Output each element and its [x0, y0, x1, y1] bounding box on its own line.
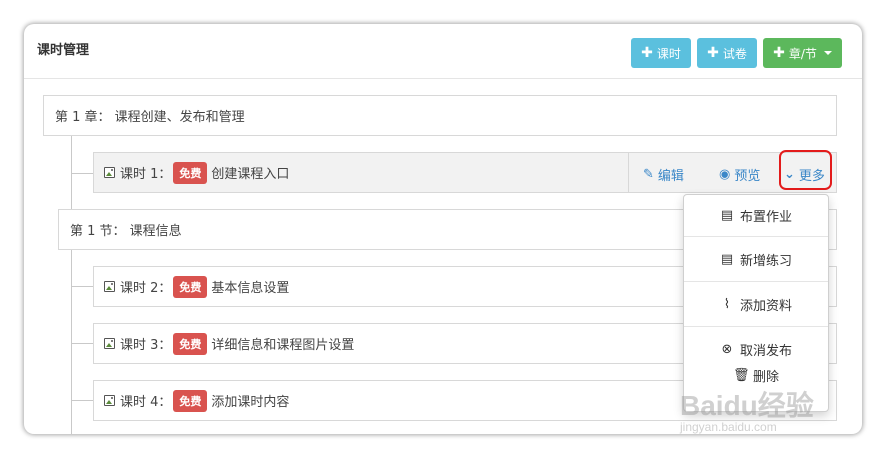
menu-item-unpublish[interactable]: ⊗ 取消发布: [684, 339, 828, 359]
menu-item-assign-homework[interactable]: ▤ 布置作业: [684, 205, 828, 225]
free-badge: 免费: [173, 161, 208, 184]
lesson-title: 基本信息设置: [211, 281, 290, 296]
lesson-title: 添加课时内容: [211, 395, 290, 410]
lesson-title: 创建课程入口: [211, 167, 290, 182]
eye-icon: ◉: [719, 167, 731, 182]
add-exam-button[interactable]: ✚ 试卷: [697, 38, 757, 68]
menu-item-delete[interactable]: 🗑 删除: [684, 365, 828, 385]
edit-label: 编辑: [657, 169, 684, 184]
add-lesson-label: 课时: [656, 46, 681, 61]
panel-header: 课时管理 ✚ 课时 ✚ 试卷 ✚ 章/节: [24, 24, 862, 79]
tree-connector: [71, 173, 93, 174]
lesson-label: 课时 4：: [120, 395, 172, 410]
lesson-title: 详细信息和课程图片设置: [211, 338, 355, 353]
lesson-label: 课时 2：: [120, 281, 172, 296]
tree-connector: [71, 286, 93, 287]
menu-divider: [684, 326, 828, 327]
menu-item-label: 删除: [752, 369, 779, 385]
chapter-label: 第 1 章： 课程创建、发布和管理: [55, 110, 245, 125]
menu-item-label: 新增练习: [739, 253, 792, 269]
tree-connector: [71, 400, 93, 401]
menu-item-label: 布置作业: [739, 209, 792, 225]
free-badge: 免费: [173, 275, 208, 298]
lesson-label: 课时 3：: [120, 338, 172, 353]
more-highlight: [779, 150, 832, 190]
lesson-label: 课时 1：: [120, 167, 172, 182]
preview-label: 预览: [734, 169, 761, 184]
panel-title: 课时管理: [37, 43, 90, 58]
menu-divider: [684, 281, 828, 282]
menu-divider: [684, 236, 828, 237]
tree-line-section: [71, 249, 72, 434]
image-icon: [104, 281, 115, 292]
watermark-logo: Baidu经验: [680, 390, 814, 421]
paperclip-icon: ⌇: [723, 296, 731, 312]
free-badge: 免费: [173, 389, 208, 412]
image-icon: [104, 338, 115, 349]
lesson-row-1[interactable]: 课时 1： 免费 创建课程入口 ✎ 编辑 ◉ 预览 ⌄ 更多: [93, 152, 837, 193]
menu-item-label: 添加资料: [739, 298, 792, 314]
edit-icon: ✎: [643, 167, 654, 182]
list-icon: ▤: [720, 207, 734, 223]
plus-icon: ✚: [773, 45, 785, 61]
caret-down-icon: [823, 51, 832, 55]
cancel-circle-icon: ⊗: [721, 341, 733, 357]
tree-connector: [71, 343, 93, 344]
image-icon: [104, 395, 115, 406]
menu-item-add-exercise[interactable]: ▤ 新增练习: [684, 249, 828, 269]
add-chapter-section-label: 章/节: [788, 46, 817, 61]
image-icon: [104, 167, 115, 178]
menu-item-label: 取消发布: [739, 343, 792, 359]
section-label: 第 1 节： 课程信息: [70, 224, 182, 239]
watermark-url: jingyan.baidu.com: [680, 420, 777, 434]
more-dropdown-menu: ▤ 布置作业 ▤ 新增练习 ⌇ 添加资料 ⊗ 取消发布 🗑 删除: [683, 194, 829, 412]
list-icon: ▤: [720, 251, 734, 267]
chapter-row[interactable]: 第 1 章： 课程创建、发布和管理: [43, 95, 837, 136]
edit-link[interactable]: ✎ 编辑: [643, 165, 684, 184]
preview-link[interactable]: ◉ 预览: [719, 165, 760, 184]
plus-icon: ✚: [641, 45, 653, 61]
free-badge: 免费: [173, 332, 208, 355]
add-lesson-button[interactable]: ✚ 课时: [631, 38, 691, 68]
menu-item-add-material[interactable]: ⌇ 添加资料: [684, 294, 828, 314]
add-chapter-section-button[interactable]: ✚ 章/节: [763, 38, 842, 68]
add-exam-label: 试卷: [722, 46, 747, 61]
plus-icon: ✚: [707, 45, 719, 61]
trash-icon: 🗑: [732, 367, 750, 383]
